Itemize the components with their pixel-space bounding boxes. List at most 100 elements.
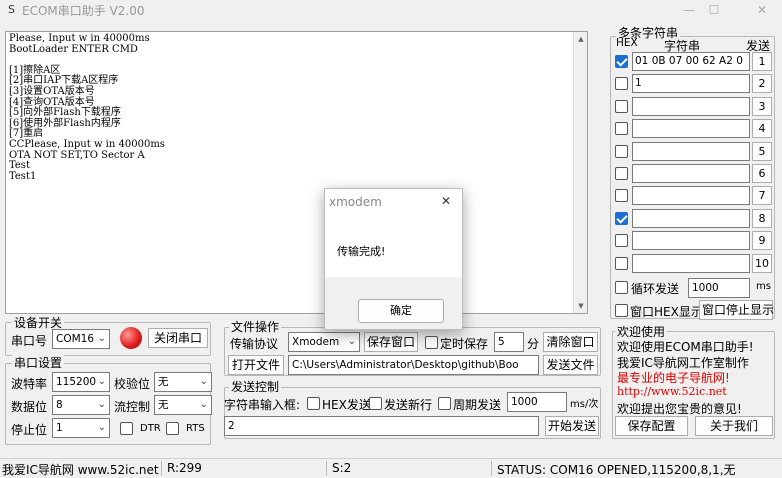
periodic-send-checkbox[interactable]	[438, 397, 451, 410]
multi-hex-checkbox[interactable]	[615, 257, 628, 270]
baud-label: 波特率	[11, 377, 48, 391]
terminal-scrollbar[interactable]: ▲ ▼	[573, 32, 587, 313]
send-newline-checkbox[interactable]	[369, 397, 382, 410]
multi-string-input[interactable]: 01 0B 07 00 62 A2 0	[632, 52, 750, 71]
terminal-line: ​	[9, 55, 584, 66]
period-unit-label: ms/次	[570, 399, 599, 410]
chevron-down-icon: ⌄	[97, 399, 106, 410]
terminal-lines: Please, Input w in 40000ms BootLoader ENT…	[9, 33, 584, 182]
baud-select[interactable]: 115200 ⌄	[52, 372, 110, 392]
rts-checkbox[interactable]	[166, 422, 179, 435]
title-bar: S ECOM串口助手 V2.00 — ☐ ✕	[0, 0, 782, 20]
multi-hex-checkbox[interactable]	[615, 145, 628, 158]
timed-save-checkbox[interactable]	[425, 336, 438, 349]
timed-save-input[interactable]: 5	[494, 332, 524, 352]
port-status-indicator	[120, 327, 142, 349]
multi-string-input[interactable]	[632, 186, 750, 205]
status-sent: S:2	[332, 461, 352, 475]
stopbits-label: 停止位	[11, 423, 48, 437]
multi-string-input[interactable]	[632, 142, 750, 161]
minute-unit-label: 分	[527, 337, 540, 351]
dialog-title: xmodem	[329, 195, 382, 209]
baud-value: 115200	[56, 376, 97, 388]
multi-string-input[interactable]	[632, 164, 750, 183]
loop-send-label: 循环发送	[631, 282, 680, 296]
maximize-button[interactable]: ☐	[700, 0, 728, 20]
multi-string-input[interactable]	[632, 97, 750, 116]
chevron-down-icon: ⌄	[97, 376, 106, 387]
flow-select[interactable]: 无 ⌄	[154, 395, 212, 415]
about-button[interactable]: 关于我们	[695, 416, 773, 436]
databits-select[interactable]: 8 ⌄	[52, 395, 110, 415]
save-window-button[interactable]: 保存窗口	[364, 332, 418, 352]
multi-hex-checkbox[interactable]	[615, 122, 628, 135]
minimize-button[interactable]: —	[675, 0, 703, 20]
serial-settings-title: 串口设置	[12, 354, 65, 371]
multi-string-input[interactable]: 1	[632, 74, 750, 93]
hex-send-checkbox[interactable]	[307, 397, 320, 410]
multi-hex-checkbox[interactable]	[615, 234, 628, 247]
multi-send-button[interactable]: 9	[752, 231, 772, 250]
terminal-line: OTA NOT SET,TO Sector A	[9, 149, 145, 161]
flow-value: 无	[158, 399, 169, 411]
dtr-checkbox[interactable]	[120, 422, 133, 435]
multi-string-input[interactable]	[632, 209, 750, 228]
port-value: COM16	[56, 333, 95, 345]
parity-select[interactable]: 无 ⌄	[154, 372, 212, 392]
dialog-body: 传输完成!	[325, 215, 462, 277]
multi-string-input[interactable]	[632, 254, 750, 273]
scroll-up-icon[interactable]: ▲	[574, 32, 587, 46]
multi-send-button[interactable]: 10	[752, 254, 772, 273]
multi-send-button[interactable]: 1	[752, 52, 772, 71]
window-hex-checkbox[interactable]	[615, 304, 628, 317]
file-path-input[interactable]: C:\Users\Administrator\Desktop\github\Bo…	[288, 355, 539, 375]
multi-send-button[interactable]: 6	[752, 164, 772, 183]
multi-send-button[interactable]: 3	[752, 97, 772, 116]
dialog-ok-button[interactable]: 确定	[358, 299, 444, 323]
welcome-line-5: 欢迎提出您宝贵的意见!	[617, 402, 742, 416]
send-string-input[interactable]: 2	[224, 416, 539, 436]
send-file-button[interactable]: 发送文件	[543, 355, 598, 375]
flow-label: 流控制	[114, 400, 151, 414]
send-control-title: 发送控制	[229, 378, 282, 395]
welcome-line-1: 欢迎使用ECOM串口助手!	[617, 340, 754, 354]
hex-header: HEX	[616, 37, 638, 49]
save-config-button[interactable]: 保存配置	[615, 416, 688, 436]
multi-send-button[interactable]: 5	[752, 142, 772, 161]
multi-hex-checkbox[interactable]	[615, 167, 628, 180]
multi-send-button[interactable]: 2	[752, 74, 772, 93]
start-send-button[interactable]: 开始发送	[545, 416, 599, 436]
close-window-button[interactable]: ✕	[748, 0, 776, 20]
receive-terminal[interactable]: Please, Input w in 40000ms BootLoader ENT…	[5, 31, 588, 314]
period-input[interactable]: 1000	[507, 392, 567, 412]
multi-hex-checkbox[interactable]	[615, 100, 628, 113]
multi-send-button[interactable]: 8	[752, 209, 772, 228]
multi-hex-checkbox[interactable]	[615, 55, 628, 68]
chevron-down-icon: ⌄	[347, 336, 356, 347]
port-select[interactable]: COM16 ⌄	[52, 329, 110, 349]
scroll-down-icon[interactable]: ▼	[574, 299, 587, 313]
window-stop-button[interactable]: 窗口停止显示	[699, 300, 774, 320]
multi-hex-checkbox[interactable]	[615, 189, 628, 202]
databits-label: 数据位	[11, 400, 48, 414]
periodic-send-label: 周期发送	[453, 398, 502, 412]
multi-string-input[interactable]	[632, 231, 750, 250]
multi-send-button[interactable]: 4	[752, 119, 772, 138]
terminal-line: BootLoader ENTER CMD	[9, 43, 138, 55]
loop-interval-input[interactable]: 1000	[688, 278, 750, 298]
open-file-button[interactable]: 打开文件	[228, 355, 284, 375]
multi-hex-checkbox[interactable]	[615, 212, 628, 225]
multi-hex-checkbox[interactable]	[615, 77, 628, 90]
multi-string-input[interactable]	[632, 119, 750, 138]
multi-send-button[interactable]: 7	[752, 186, 772, 205]
status-connection: STATUS: COM16 OPENED,115200,8,1,无	[497, 463, 736, 477]
website-link[interactable]: http://www.52ic.net	[617, 385, 727, 398]
loop-send-checkbox[interactable]	[615, 281, 628, 294]
send-newline-label: 发送新行	[384, 398, 433, 412]
clear-window-button[interactable]: 清除窗口	[543, 332, 598, 352]
stopbits-select[interactable]: 1 ⌄	[52, 418, 110, 438]
chevron-down-icon: ⌄	[199, 376, 208, 387]
close-icon[interactable]: ✕	[441, 194, 451, 208]
protocol-select[interactable]: Xmodem ⌄	[288, 332, 360, 352]
close-port-button[interactable]: 关闭串口	[148, 328, 208, 348]
